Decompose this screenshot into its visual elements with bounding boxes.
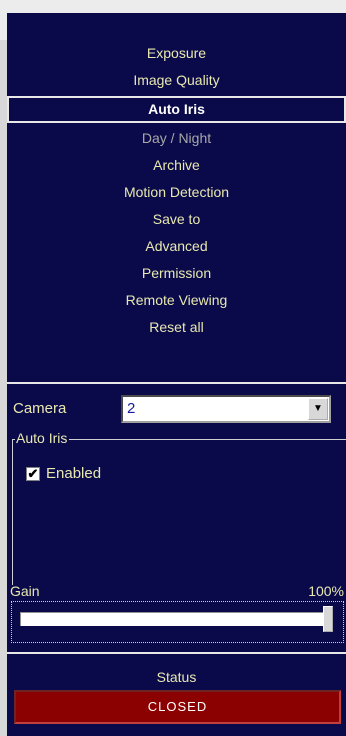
gain-slider-thumb[interactable] xyxy=(323,606,333,632)
auto-iris-group-title: Auto Iris xyxy=(15,430,70,446)
gain-slider[interactable] xyxy=(11,601,344,643)
enabled-checkbox[interactable]: ✔ xyxy=(26,467,40,481)
menu-item-image-quality[interactable]: Image Quality xyxy=(7,67,346,94)
section-divider xyxy=(7,382,346,384)
menu-item-save-to[interactable]: Save to xyxy=(7,206,346,233)
menu-item-permission[interactable]: Permission xyxy=(7,260,346,287)
camera-select-value: 2 xyxy=(127,400,136,417)
settings-menu: Exposure Image Quality Auto Iris Day / N… xyxy=(7,40,346,341)
camera-select[interactable]: 2 ▼ xyxy=(121,395,331,423)
menu-item-auto-iris[interactable]: Auto Iris xyxy=(7,96,346,123)
camera-label: Camera xyxy=(13,400,67,417)
menu-item-motion-detection[interactable]: Motion Detection xyxy=(7,179,346,206)
chevron-down-icon[interactable]: ▼ xyxy=(308,398,328,420)
menu-item-archive[interactable]: Archive xyxy=(7,152,346,179)
status-badge: CLOSED xyxy=(14,690,341,724)
auto-iris-group xyxy=(12,439,346,585)
section-divider xyxy=(7,652,346,654)
gain-slider-track[interactable] xyxy=(20,612,333,626)
status-label: Status xyxy=(156,669,197,685)
enabled-checkbox-label[interactable]: Enabled xyxy=(46,465,101,482)
gain-label: Gain xyxy=(10,583,40,599)
menu-item-reset-all[interactable]: Reset all xyxy=(7,314,346,341)
menu-item-day-night[interactable]: Day / Night xyxy=(7,125,346,152)
menu-item-exposure[interactable]: Exposure xyxy=(7,40,346,67)
gain-value: 100% xyxy=(308,583,344,599)
menu-item-remote-viewing[interactable]: Remote Viewing xyxy=(7,287,346,314)
menu-item-advanced[interactable]: Advanced xyxy=(7,233,346,260)
